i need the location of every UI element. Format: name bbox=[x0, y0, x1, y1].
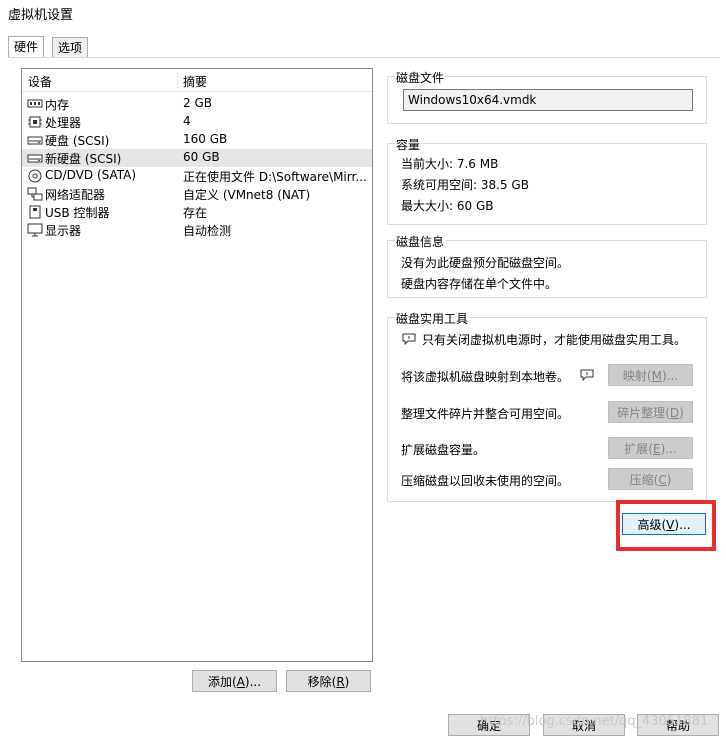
device-row-processor[interactable]: 处理器 4 bbox=[22, 113, 372, 131]
device-row-monitor[interactable]: 显示器 自动检测 bbox=[22, 221, 372, 239]
info-icon bbox=[580, 369, 594, 381]
compact-text: 压缩磁盘以回收未使用的空间。 bbox=[401, 474, 570, 488]
device-row-new-harddisk[interactable]: 新硬盘 (SCSI) 60 GB bbox=[22, 149, 372, 167]
watermark-text: https://blog.csdn.net/qq_43051881 bbox=[480, 714, 709, 729]
header-device[interactable]: 设备 bbox=[28, 73, 52, 90]
disk-file-title: 磁盘文件 bbox=[395, 69, 446, 86]
device-name: USB 控制器 bbox=[45, 206, 110, 220]
window-title: 虚拟机设置 bbox=[8, 8, 74, 23]
memory-icon bbox=[27, 99, 43, 108]
device-name: 内存 bbox=[45, 98, 70, 112]
device-name: CD/DVD (SATA) bbox=[45, 168, 137, 182]
compact-label: 压缩 bbox=[629, 473, 654, 487]
network-icon bbox=[27, 187, 43, 201]
device-name: 网络适配器 bbox=[45, 188, 106, 202]
defrag-text: 整理文件碎片并整合可用空间。 bbox=[401, 407, 570, 421]
expand-suffix: ... bbox=[665, 442, 677, 456]
device-row-cd-dvd[interactable]: CD/DVD (SATA) 正在使用文件 D:\Software\Mirr... bbox=[22, 167, 372, 185]
device-value: 4 bbox=[183, 114, 191, 128]
map-text: 将该虚拟机磁盘映射到本地卷。 bbox=[401, 370, 570, 384]
usb-icon bbox=[29, 205, 41, 219]
device-list[interactable]: 设备 摘要 内存 2 GB 处理器 4 硬盘 (SCSI) 160 GB 新硬盘… bbox=[21, 68, 373, 662]
harddisk-icon bbox=[27, 136, 43, 145]
expand-key: E bbox=[652, 442, 661, 456]
add-key: A bbox=[236, 675, 245, 689]
disk-info-title: 磁盘信息 bbox=[395, 233, 446, 250]
tab-hardware-label: 硬件 bbox=[14, 40, 39, 54]
device-row-harddisk[interactable]: 硬盘 (SCSI) 160 GB bbox=[22, 131, 372, 149]
cd-dvd-icon bbox=[28, 169, 42, 183]
add-suffix: ... bbox=[249, 675, 262, 689]
map-button[interactable]: 映射(M)... bbox=[608, 364, 693, 386]
expand-label: 扩展 bbox=[624, 442, 649, 456]
max-size: 最大大小: 60 GB bbox=[401, 199, 494, 213]
device-value: 自定义 (VMnet8 (NAT) bbox=[183, 188, 311, 202]
disk-utilities-title: 磁盘实用工具 bbox=[395, 310, 470, 327]
expand-button[interactable]: 扩展(E)... bbox=[608, 437, 693, 459]
compact-key: C bbox=[658, 473, 667, 487]
disk-info-line2: 硬盘内容存储在单个文件中。 bbox=[401, 277, 558, 291]
map-label: 映射 bbox=[622, 369, 647, 383]
tab-hardware[interactable]: 硬件 bbox=[8, 36, 45, 58]
harddisk-icon bbox=[27, 154, 43, 163]
tab-options-label: 选项 bbox=[58, 41, 83, 55]
device-name: 显示器 bbox=[45, 224, 82, 238]
device-value: 60 GB bbox=[183, 150, 220, 164]
device-value: 160 GB bbox=[183, 132, 228, 146]
device-value: 2 GB bbox=[183, 96, 212, 110]
cpu-icon bbox=[28, 116, 42, 128]
compact-button[interactable]: 压缩(C) bbox=[608, 468, 693, 490]
header-separator bbox=[177, 71, 178, 89]
utilities-note: 只有关闭虚拟机电源时，才能使用磁盘实用工具。 bbox=[422, 333, 687, 347]
device-row-usb[interactable]: USB 控制器 存在 bbox=[22, 203, 372, 221]
device-list-header: 设备 摘要 bbox=[22, 69, 372, 92]
map-key: M bbox=[651, 369, 662, 383]
remove-label: 移除 bbox=[307, 675, 332, 689]
available-space: 系统可用空间: 38.5 GB bbox=[401, 178, 529, 192]
device-value: 存在 bbox=[183, 206, 208, 220]
tab-divider bbox=[8, 57, 720, 58]
device-value: 自动检测 bbox=[183, 224, 232, 238]
defrag-label: 碎片整理 bbox=[617, 406, 666, 420]
remove-device-button[interactable]: 移除(R) bbox=[286, 670, 371, 692]
add-device-button[interactable]: 添加(A)... bbox=[192, 670, 277, 692]
disk-info-line1: 没有为此硬盘预分配磁盘空间。 bbox=[401, 256, 570, 270]
header-summary[interactable]: 摘要 bbox=[183, 73, 207, 90]
tab-options[interactable]: 选项 bbox=[52, 37, 89, 58]
device-name: 处理器 bbox=[45, 116, 82, 130]
disk-file-field[interactable]: Windows10x64.vmdk bbox=[403, 89, 693, 111]
expand-text: 扩展磁盘容量。 bbox=[401, 443, 486, 457]
add-label: 添加 bbox=[207, 675, 232, 689]
remove-key: R bbox=[336, 675, 345, 689]
info-icon bbox=[402, 333, 416, 345]
device-row-memory[interactable]: 内存 2 GB bbox=[22, 95, 372, 113]
device-row-network[interactable]: 网络适配器 自定义 (VMnet8 (NAT) bbox=[22, 185, 372, 203]
annotation-highlight-box bbox=[616, 500, 716, 551]
defrag-key: D bbox=[669, 406, 680, 420]
device-name: 新硬盘 (SCSI) bbox=[45, 152, 122, 166]
capacity-title: 容量 bbox=[395, 136, 422, 153]
monitor-icon bbox=[27, 223, 43, 237]
defrag-button[interactable]: 碎片整理(D) bbox=[608, 401, 693, 423]
current-size: 当前大小: 7.6 MB bbox=[401, 157, 499, 171]
device-value: 正在使用文件 D:\Software\Mirr... bbox=[183, 170, 367, 184]
device-name: 硬盘 (SCSI) bbox=[45, 134, 110, 148]
map-suffix: ... bbox=[666, 369, 679, 383]
